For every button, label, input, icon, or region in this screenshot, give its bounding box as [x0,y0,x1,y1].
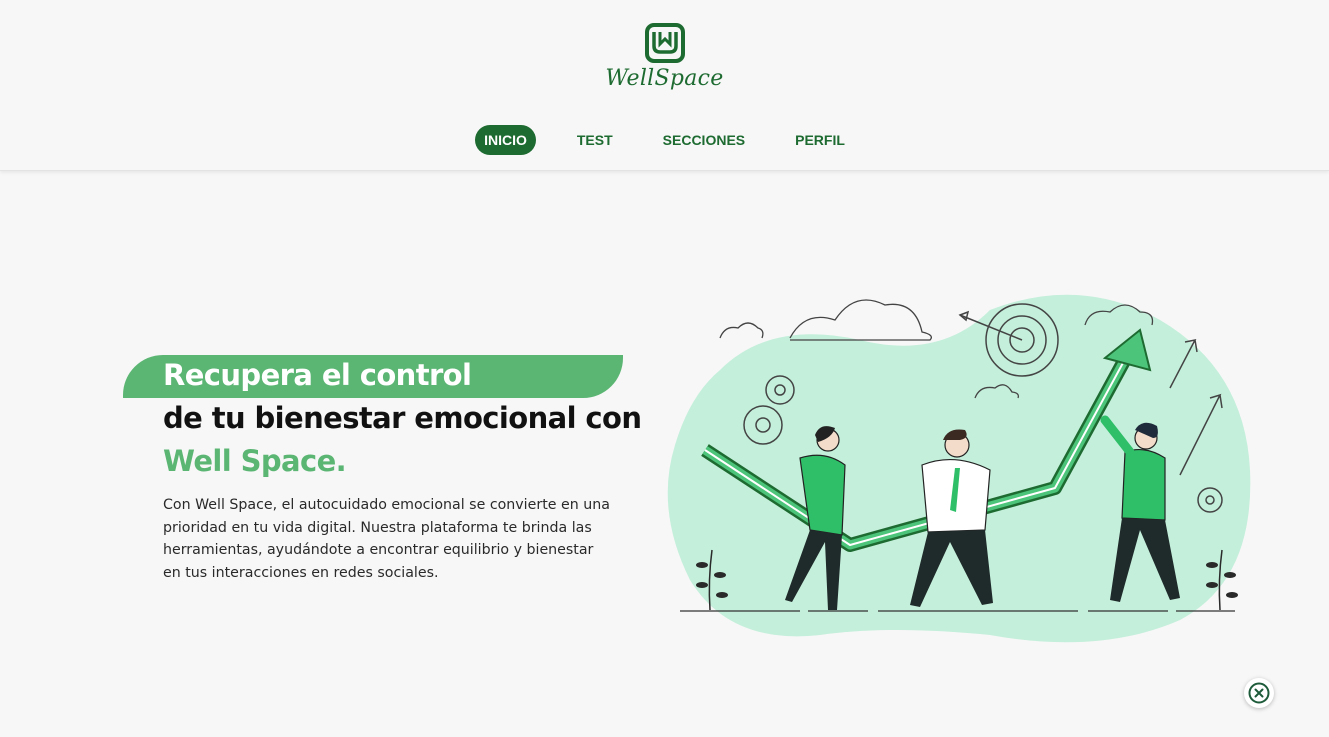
hero-title-line-3: Well Space. [163,444,347,478]
logo[interactable]: WellSpace [0,22,1329,91]
team-growth-arrow-illustration [667,294,1251,643]
hero-title-line-1: Recupera el control [163,358,472,392]
close-button[interactable] [1244,678,1274,708]
nav-item-secciones[interactable]: SECCIONES [654,125,754,155]
nav-item-perfil[interactable]: PERFIL [786,125,854,155]
close-icon [1248,682,1270,704]
site-header: WellSpace INICIO TEST SECCIONES PERFIL [0,0,1329,171]
nav-item-test[interactable]: TEST [568,125,622,155]
main-nav: INICIO TEST SECCIONES PERFIL [0,125,1329,155]
logo-text: WellSpace [605,66,724,91]
wellspace-logo-icon [644,23,685,63]
hero-title-line-2: de tu bienestar emocional con [163,401,642,435]
hero-description: Con Well Space, el autocuidado emocional… [163,497,610,581]
page: WellSpace INICIO TEST SECCIONES PERFIL R… [0,0,1329,737]
nav-item-inicio[interactable]: INICIO [475,125,536,155]
